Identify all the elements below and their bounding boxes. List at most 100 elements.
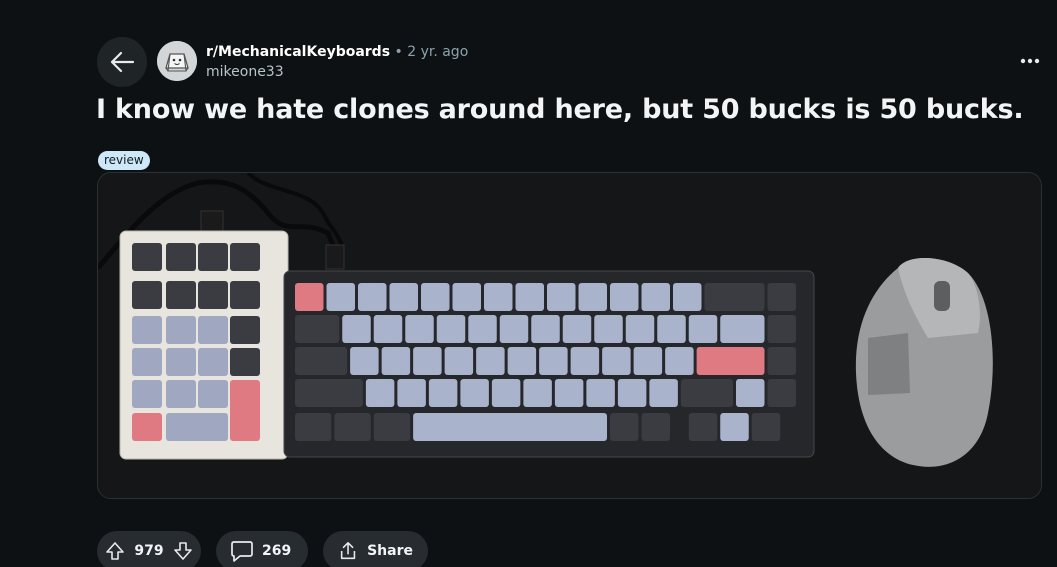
keyboard-key [673, 283, 702, 311]
keyboard-key [736, 379, 765, 407]
keyboard-key [704, 283, 765, 311]
keyboard-key [413, 347, 442, 375]
keyboard-key [405, 315, 434, 343]
numpad-key [132, 348, 162, 376]
comments-button[interactable]: 269 [216, 531, 308, 567]
more-options-button[interactable] [1012, 46, 1048, 76]
keyboard-photo [98, 173, 1041, 498]
keyboard-key [381, 347, 411, 375]
numpad-zero-key [166, 413, 228, 441]
keyboard-key [554, 379, 584, 407]
keyboard-key [617, 379, 647, 407]
keyboard-key [295, 379, 363, 407]
numpad-key [198, 348, 228, 376]
keyboard-key [767, 379, 796, 407]
subreddit-line: r/MechanicalKeyboards • 2 yr. ago [206, 42, 468, 62]
keyboard-key [358, 283, 387, 311]
keyboard-key [373, 315, 403, 343]
numpad-key [132, 243, 162, 271]
numpad-key [230, 316, 260, 344]
back-arrow-icon [110, 51, 135, 73]
keyboard-key [436, 315, 466, 343]
keyboard-key [625, 315, 655, 343]
keyboard-key [334, 413, 371, 441]
keyboard-key [507, 347, 537, 375]
keyboard-key [767, 283, 796, 311]
keyboard-key [657, 315, 686, 343]
keyboard-key [365, 379, 395, 407]
post-page: r/MechanicalKeyboards • 2 yr. ago mikeon… [0, 0, 1057, 567]
author-link[interactable]: mikeone33 [206, 62, 468, 82]
keyboard-key [696, 347, 765, 375]
share-label: Share [367, 543, 413, 559]
numpad-key [230, 243, 260, 271]
keyboard-key [342, 315, 371, 343]
subreddit-link[interactable]: r/MechanicalKeyboards [206, 44, 390, 60]
keyboard-key [350, 347, 379, 375]
keyboard-key [428, 379, 458, 407]
time-separator: • [394, 44, 403, 60]
post-time: 2 yr. ago [407, 44, 469, 60]
keyboard-key [295, 283, 324, 311]
post-flair[interactable]: review [98, 151, 150, 170]
numpad-key [198, 316, 228, 344]
numpad-key [230, 348, 260, 376]
keyboard-key [680, 379, 733, 407]
keyboard-key [468, 315, 497, 343]
keyboard-key [602, 347, 631, 375]
cable-connector [200, 210, 224, 234]
keyboard-key [413, 413, 607, 441]
keyboard-key [491, 379, 521, 407]
numpad-key [132, 413, 162, 441]
downvote-button[interactable] [173, 541, 193, 561]
comment-count: 269 [262, 543, 292, 559]
keyboard-key [444, 347, 474, 375]
subreddit-avatar[interactable] [157, 41, 197, 81]
keyboard-key [499, 315, 529, 343]
keyboard-key [767, 347, 796, 375]
keyboard-key [633, 347, 663, 375]
upvote-button[interactable] [105, 541, 125, 561]
vote-count: 979 [134, 543, 164, 559]
keyboard-key [570, 347, 600, 375]
keyboard-key [515, 283, 544, 311]
numpad-key [166, 348, 196, 376]
keyboard-key [397, 379, 426, 407]
keycap-avatar-icon [157, 41, 197, 81]
keyboard-key [641, 283, 670, 311]
keyboard-key [665, 347, 694, 375]
keyboard-key [373, 413, 411, 441]
cable-connector [325, 244, 345, 270]
share-button[interactable]: Share [323, 531, 428, 567]
keyboard-key [610, 283, 639, 311]
back-button[interactable] [97, 37, 147, 87]
numpad-key [132, 380, 162, 408]
numpad-key [132, 281, 162, 309]
post-meta: r/MechanicalKeyboards • 2 yr. ago mikeon… [206, 42, 468, 82]
numpad-key [132, 316, 162, 344]
keyboard-key [460, 379, 489, 407]
downvote-arrow-icon [174, 542, 192, 560]
keyboard-key [586, 379, 615, 407]
keyboard-key [452, 283, 481, 311]
numpad-key [198, 281, 228, 309]
keyboard-key [720, 315, 765, 343]
numpad-key [198, 243, 228, 271]
keyboard-key [688, 315, 718, 343]
post-title: I know we hate clones around here, but 5… [96, 94, 1024, 125]
keyboard-key [547, 283, 576, 311]
keyboard-key [531, 315, 560, 343]
keyboard-key [539, 347, 568, 375]
numpad-key [166, 243, 196, 271]
keyboard-key [476, 347, 505, 375]
numpad-key [166, 281, 196, 309]
numpad-key [198, 380, 228, 408]
keyboard-key [295, 413, 332, 441]
mouse-wheel [934, 281, 950, 311]
keyboard-key [688, 413, 718, 441]
post-image[interactable] [97, 172, 1042, 499]
keyboard-key [523, 379, 552, 407]
keyboard-key [767, 315, 796, 343]
numpad-key [230, 281, 260, 309]
numpad-enter-key [230, 380, 260, 441]
